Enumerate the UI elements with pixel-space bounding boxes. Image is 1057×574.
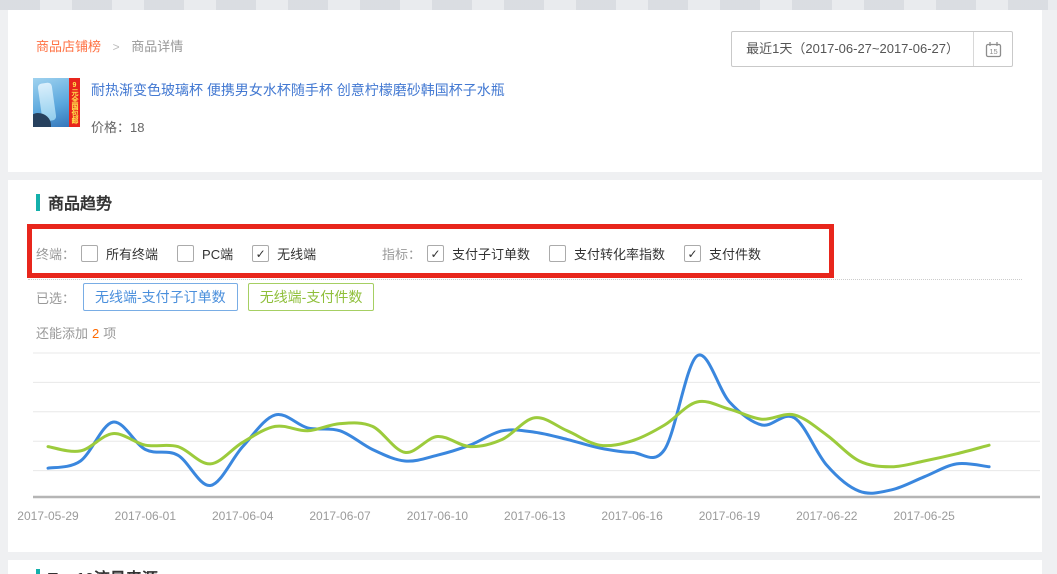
checkbox-option[interactable]: ✓ 支付件数 — [684, 244, 761, 263]
checkbox-option[interactable]: ✓ 支付子订单数 — [427, 244, 530, 263]
selected-metric-tag[interactable]: 无线端-支付件数 — [248, 283, 375, 311]
x-axis-tick-label: 2017-06-19 — [699, 509, 760, 523]
series-line-green — [48, 401, 989, 466]
section-accent-bar — [36, 569, 40, 574]
remaining-count: 2 — [92, 326, 99, 341]
trend-line-chart[interactable] — [33, 345, 1040, 500]
metric-filter-group: 指标： ✓ 支付子订单数 支付转化率指数 ✓ 支付件数 — [382, 244, 780, 263]
checkbox-option-label: 无线端 — [277, 244, 316, 263]
terminal-filter-group: 终端： 所有终端 PC端 ✓ 无线端 — [36, 244, 335, 263]
x-axis-tick-label: 2017-06-22 — [796, 509, 857, 523]
breadcrumb-item-rank[interactable]: 商品店铺榜 — [36, 39, 101, 54]
product-summary: 9元全国包邮 耐热渐变色玻璃杯 便携男女水杯随手杯 创意柠檬磨砂韩国杯子水瓶 价… — [33, 78, 505, 136]
filter-row-divider — [28, 279, 1022, 280]
date-range-label: 最近1天（2017-06-27~2017-06-27） — [732, 32, 973, 66]
x-axis-tick-label: 2017-06-13 — [504, 509, 565, 523]
checked-checkbox-icon[interactable]: ✓ — [252, 245, 269, 262]
product-price: 价格：18 — [91, 117, 505, 136]
checked-checkbox-icon[interactable]: ✓ — [684, 245, 701, 262]
metric-filter-label: 指标： — [382, 244, 421, 263]
checkbox-option-label: 支付子订单数 — [452, 244, 530, 263]
unchecked-checkbox-icon[interactable] — [177, 245, 194, 262]
date-range-picker[interactable]: 最近1天（2017-06-27~2017-06-27） 15 — [731, 31, 1013, 67]
trend-section-title: 商品趋势 — [48, 190, 112, 214]
x-axis-tick-label: 2017-06-10 — [407, 509, 468, 523]
x-axis-tick-label: 2017-06-07 — [309, 509, 370, 523]
next-section-title: Top10流量来源 — [48, 565, 158, 574]
x-axis-tick-label: 2017-06-25 — [893, 509, 954, 523]
next-section-card: Top10流量来源 — [8, 560, 1042, 574]
checkbox-option[interactable]: 支付转化率指数 — [549, 244, 665, 263]
top-watermark-strip — [0, 0, 1057, 10]
x-axis-tick-label: 2017-06-01 — [115, 509, 176, 523]
checkbox-option-label: 支付转化率指数 — [574, 244, 665, 263]
breadcrumb: 商品店铺榜 > 商品详情 — [36, 36, 183, 55]
x-axis-tick-label: 2017-06-16 — [601, 509, 662, 523]
header-card: 商品店铺榜 > 商品详情 最近1天（2017-06-27~2017-06-27）… — [8, 10, 1042, 172]
svg-text:15: 15 — [989, 47, 997, 56]
section-accent-bar — [36, 194, 40, 211]
x-axis-tick-label: 2017-06-04 — [212, 509, 273, 523]
terminal-filter-label: 终端： — [36, 244, 75, 263]
checkbox-option-label: 支付件数 — [709, 244, 761, 263]
calendar-icon[interactable]: 15 — [974, 32, 1012, 66]
selected-metrics-row: 已选： 无线端-支付子订单数无线端-支付件数 — [36, 283, 384, 311]
chart-x-axis-labels: 2017-05-292017-06-012017-06-042017-06-07… — [33, 509, 1040, 525]
remaining-quota-text: 还能添加2项 — [36, 323, 116, 342]
product-promo-badge: 9元全国包邮 — [69, 78, 80, 127]
product-title-link[interactable]: 耐热渐变色玻璃杯 便携男女水杯随手杯 创意柠檬磨砂韩国杯子水瓶 — [91, 80, 505, 100]
selected-label: 已选： — [36, 288, 75, 307]
x-axis-tick-label: 2017-05-29 — [17, 509, 78, 523]
checked-checkbox-icon[interactable]: ✓ — [427, 245, 444, 262]
breadcrumb-separator: > — [113, 40, 120, 54]
checkbox-option-label: PC端 — [202, 244, 233, 263]
breadcrumb-current: 商品详情 — [131, 39, 183, 54]
series-line-blue — [48, 355, 989, 493]
selected-tags: 无线端-支付子订单数无线端-支付件数 — [83, 283, 384, 311]
unchecked-checkbox-icon[interactable] — [81, 245, 98, 262]
checkbox-option-label: 所有终端 — [106, 244, 158, 263]
checkbox-option[interactable]: PC端 — [177, 244, 233, 263]
unchecked-checkbox-icon[interactable] — [549, 245, 566, 262]
checkbox-option[interactable]: ✓ 无线端 — [252, 244, 316, 263]
product-thumbnail[interactable]: 9元全国包邮 — [33, 78, 80, 127]
sycm-item-trend-page: 商品店铺榜 > 商品详情 最近1天（2017-06-27~2017-06-27）… — [0, 0, 1057, 574]
trend-card: 商品趋势 终端： 所有终端PC端✓无线端 指标： ✓支付子订单数支付转化率指数✓… — [8, 180, 1042, 552]
selected-metric-tag[interactable]: 无线端-支付子订单数 — [83, 283, 238, 311]
metric-options: ✓ 支付子订单数 支付转化率指数 ✓ 支付件数 — [427, 244, 780, 263]
terminal-options: 所有终端 PC端 ✓ 无线端 — [81, 244, 335, 263]
checkbox-option[interactable]: 所有终端 — [81, 244, 158, 263]
